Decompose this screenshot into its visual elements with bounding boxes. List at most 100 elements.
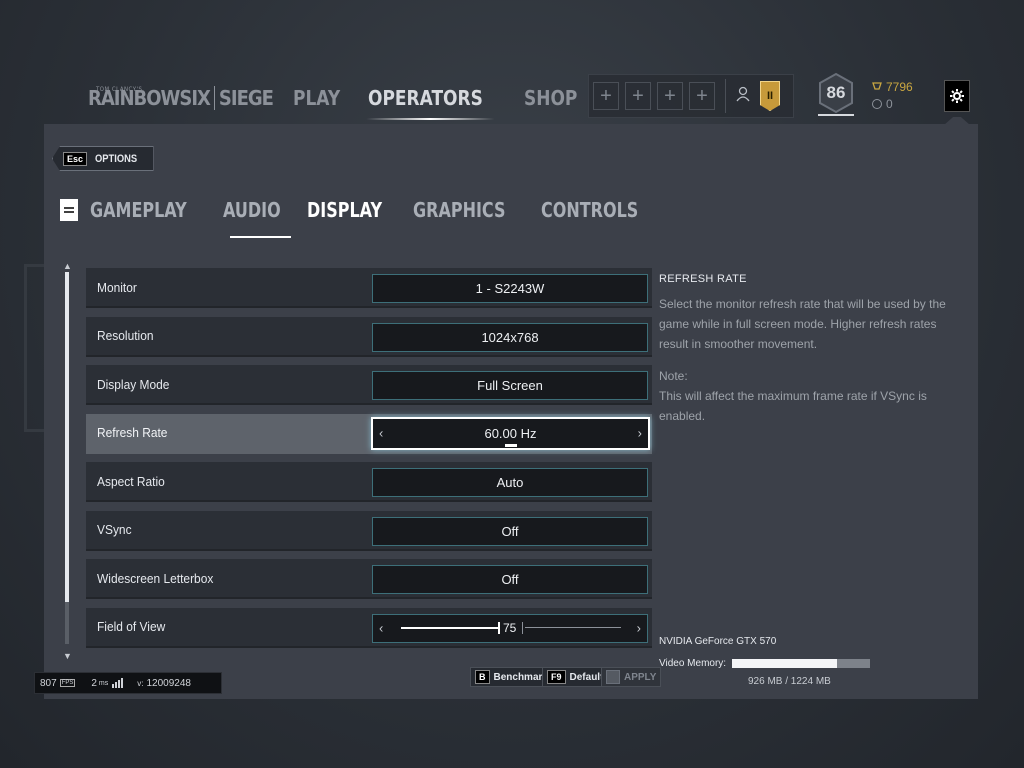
fov-slider-handle[interactable] — [498, 622, 500, 634]
credits-value: 0 — [886, 97, 893, 111]
settings-gear-icon[interactable] — [944, 80, 970, 112]
tab-display[interactable]: DISPLAY — [307, 198, 382, 222]
scroll-down-icon[interactable]: ▼ — [63, 652, 72, 661]
setting-field-of-view[interactable]: Field of View ‹ 75 › — [86, 607, 652, 648]
esc-key: Esc — [63, 151, 88, 166]
default-key: F9 — [547, 670, 566, 684]
benchmark-key: B — [475, 670, 490, 684]
chevron-left-icon[interactable]: ‹ — [379, 621, 383, 636]
setting-value: Off — [501, 523, 519, 539]
setting-label: Field of View — [97, 619, 166, 634]
setting-widescreen-letterbox[interactable]: Widescreen Letterbox Off — [86, 559, 652, 599]
description-note-label: Note: — [659, 369, 688, 383]
video-memory-text: 926 MB / 1224 MB — [748, 676, 831, 687]
gpu-name: NVIDIA GeForce GTX 570 — [659, 636, 777, 647]
setting-value: Full Screen — [477, 378, 543, 393]
fps-label: FPS — [59, 679, 76, 687]
video-memory-bar — [732, 659, 871, 668]
currency-panel: 7796 0 — [872, 80, 913, 111]
video-memory-label: Video Memory: — [659, 658, 727, 669]
nav-operators[interactable]: OPERATORS — [366, 86, 496, 120]
fov-value: 75 — [503, 621, 517, 635]
setting-vsync[interactable]: VSync Off — [86, 510, 652, 551]
version-value: 12009248 — [146, 677, 192, 689]
setting-value-box[interactable]: ‹ 60.00 Hz › — [371, 416, 650, 450]
nav-shop[interactable]: SHOP — [524, 86, 577, 110]
setting-resolution[interactable]: Resolution 1024x768 — [86, 316, 652, 357]
setting-value-box[interactable]: Off — [372, 565, 648, 594]
setting-value-box[interactable]: Full Screen — [372, 371, 648, 400]
setting-aspect-ratio[interactable]: Aspect Ratio Auto — [86, 462, 652, 502]
rank-badge-icon[interactable]: II — [760, 81, 780, 111]
tab-prev-icon[interactable] — [60, 199, 78, 221]
version-label: v: — [137, 678, 144, 688]
setting-value: 1 - S2243W — [475, 281, 545, 296]
squad-slot-3[interactable]: + — [657, 82, 683, 110]
description-title: REFRESH RATE — [659, 273, 747, 285]
chevron-right-icon[interactable]: › — [638, 426, 642, 441]
logo-tagline: TOM CLANCY'S — [96, 86, 143, 93]
setting-label: Monitor — [97, 279, 137, 295]
renown-value: 7796 — [886, 80, 913, 94]
settings-list: Monitor 1 - S2243W Resolution 1024x768 D… — [86, 268, 652, 656]
squad-panel: + + + + II — [588, 74, 794, 118]
profile-icon[interactable] — [736, 86, 750, 107]
tab-audio[interactable]: AUDIO — [223, 198, 281, 222]
chevron-right-icon[interactable]: › — [637, 621, 641, 636]
credits-display: 0 — [872, 97, 913, 111]
benchmark-label: Benchmark — [493, 671, 548, 683]
options-back-button[interactable]: Esc OPTIONS — [52, 146, 154, 171]
performance-overlay: 807 FPS 2 ms v: 12009248 — [34, 672, 222, 694]
squad-slot-4[interactable]: + — [689, 82, 715, 110]
setting-label: Widescreen Letterbox — [97, 570, 214, 586]
scroll-thumb[interactable] — [65, 272, 69, 602]
apply-key-icon — [606, 670, 620, 684]
fps-value: 807 — [40, 677, 57, 689]
setting-refresh-rate[interactable]: Refresh Rate ‹ 60.00 Hz › — [86, 413, 652, 454]
setting-value-box[interactable]: Off — [372, 516, 648, 546]
squad-slot-1[interactable]: + — [593, 82, 619, 110]
video-memory: Video Memory: — [659, 658, 871, 669]
scroll-up-icon[interactable]: ▲ — [63, 262, 72, 271]
description-body: Select the monitor refresh rate that wil… — [659, 297, 946, 351]
setting-value-box[interactable]: 1 - S2243W — [372, 274, 648, 303]
options-tabs: GAMEPLAY AUDIO DISPLAY GRAPHICS CONTROLS — [60, 198, 674, 222]
setting-description: REFRESH RATE Select the monitor refresh … — [659, 273, 949, 426]
chevron-left-icon[interactable]: ‹ — [379, 426, 383, 441]
setting-label: Refresh Rate — [97, 425, 168, 440]
setting-value-box[interactable]: Auto — [372, 468, 648, 497]
signal-icon — [112, 678, 124, 688]
setting-value: 1024x768 — [481, 329, 539, 345]
benchmark-button[interactable]: B Benchmark — [470, 667, 553, 687]
setting-label: VSync — [97, 522, 132, 537]
tab-gameplay[interactable]: GAMEPLAY — [90, 198, 187, 222]
setting-display-mode[interactable]: Display Mode Full Screen — [86, 365, 652, 405]
video-memory-fill — [732, 659, 837, 668]
background-decoration — [24, 264, 44, 432]
setting-monitor[interactable]: Monitor 1 - S2243W — [86, 268, 652, 308]
settings-scrollbar[interactable]: ▲ ▼ — [63, 262, 72, 661]
tab-controls[interactable]: CONTROLS — [541, 198, 638, 222]
renown-display: 7796 — [872, 80, 913, 94]
player-level[interactable]: 86 — [818, 72, 854, 114]
setting-value-box[interactable]: ‹ 75 › — [372, 613, 648, 643]
default-button[interactable]: F9 Default — [542, 667, 609, 687]
description-note: This will affect the maximum frame rate … — [659, 389, 927, 423]
level-progress — [818, 114, 854, 116]
squad-slot-2[interactable]: + — [625, 82, 651, 110]
option-position-marker — [504, 443, 517, 447]
game-logo: TOM CLANCY'S RAINBOWSIX SIEGE — [88, 86, 274, 110]
tab-graphics[interactable]: GRAPHICS — [413, 198, 505, 222]
apply-button[interactable]: APPLY — [601, 667, 662, 687]
apply-label: APPLY — [624, 671, 657, 683]
nav-play[interactable]: PLAY — [293, 86, 340, 110]
setting-value: Auto — [496, 475, 524, 490]
ping-unit: ms — [98, 679, 109, 687]
setting-value: 60.00 Hz — [484, 425, 537, 441]
setting-label: Aspect Ratio — [97, 473, 165, 489]
top-nav: TOM CLANCY'S RAINBOWSIX SIEGE PLAY OPERA… — [88, 78, 586, 120]
logo-sub: SIEGE — [218, 86, 274, 110]
ping-value: 2 — [91, 677, 97, 689]
fov-slider[interactable]: 75 — [401, 621, 621, 635]
setting-value-box[interactable]: 1024x768 — [372, 322, 648, 352]
